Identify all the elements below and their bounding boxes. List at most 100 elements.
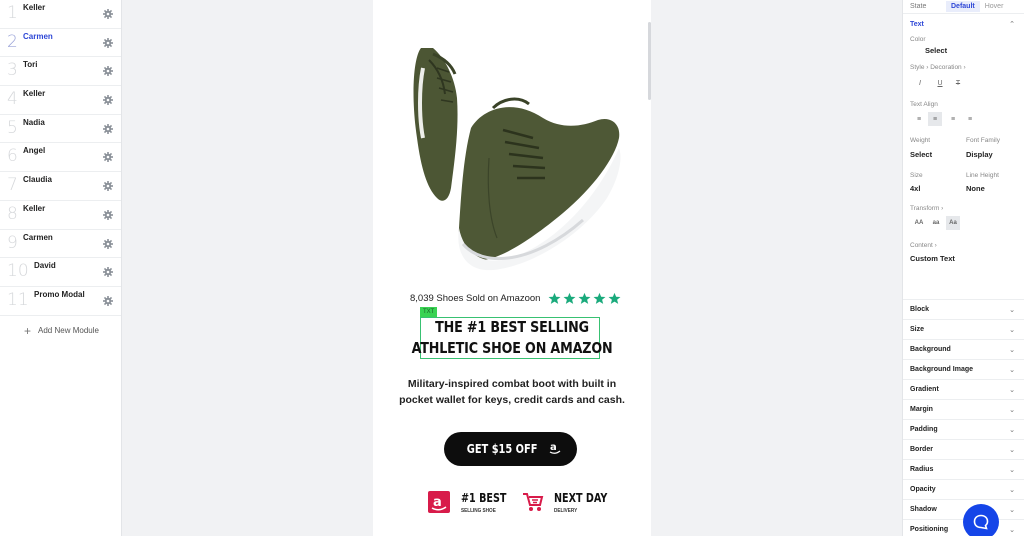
section-border-header[interactable]: Border ⌄ <box>903 440 1024 460</box>
add-new-module-button[interactable]: + Add New Module <box>0 316 121 346</box>
section-gradient-header[interactable]: Gradient ⌄ <box>903 380 1024 400</box>
chevron-down-icon: ⌄ <box>1009 486 1015 494</box>
gear-icon[interactable] <box>103 238 113 249</box>
gear-icon[interactable] <box>103 267 113 278</box>
tab-hover[interactable]: Hover <box>980 1 1009 12</box>
star-icon <box>609 292 621 304</box>
section-opacity-header[interactable]: Opacity ⌄ <box>903 480 1024 500</box>
chevron-down-icon: ⌄ <box>1009 506 1015 514</box>
section-label: Shadow <box>910 506 937 513</box>
font-family-select[interactable]: Display <box>966 150 993 159</box>
svg-text:a: a <box>433 495 442 510</box>
section-label: Background Image <box>910 366 974 373</box>
section-margin-header[interactable]: Margin ⌄ <box>903 400 1024 420</box>
align-center-icon[interactable]: ≡ <box>928 112 942 126</box>
collapsed-sections: Block ⌄ Size ⌄ Background ⌄ Background Image ⌄ G… <box>903 300 1024 536</box>
section-background-header[interactable]: Background ⌄ <box>903 340 1024 360</box>
module-number: 4 <box>7 89 18 110</box>
module-row[interactable]: 9 Carmen <box>0 230 121 259</box>
module-name: David <box>34 261 56 271</box>
section-label: Background <box>910 346 951 353</box>
gear-icon[interactable] <box>103 95 113 106</box>
module-number: 8 <box>7 203 18 224</box>
underline-icon[interactable]: U <box>933 76 947 90</box>
transform-uppercase[interactable]: AA <box>912 216 926 230</box>
module-row[interactable]: 6 Angel <box>0 143 121 173</box>
description-line-2: pocket wallet for keys, credit cards and… <box>399 394 625 406</box>
strikethrough-icon[interactable]: T <box>951 76 965 90</box>
section-padding-header[interactable]: Padding ⌄ <box>903 420 1024 440</box>
section-label: Radius <box>910 466 934 473</box>
module-row[interactable]: 10 David <box>0 258 121 287</box>
section-text-label: Text <box>910 20 924 28</box>
section-block-header[interactable]: Block ⌄ <box>903 300 1024 320</box>
get-discount-button[interactable]: GET $15 OFF a <box>444 432 577 466</box>
section-background-image-header[interactable]: Background Image ⌄ <box>903 360 1024 380</box>
weight-select[interactable]: Select <box>910 150 932 159</box>
headline-text[interactable]: THE #1 BEST SELLING ATHLETIC SHOE ON AMA… <box>398 317 626 359</box>
star-icon <box>549 292 561 304</box>
module-number: 11 <box>7 289 29 310</box>
state-label: State <box>910 3 927 10</box>
section-size-header[interactable]: Size ⌄ <box>903 320 1024 340</box>
chevron-down-icon: ⌄ <box>1009 326 1015 334</box>
sneaker-image <box>413 48 621 271</box>
module-list-panel: 1 Keller 2 Carmen 3 Tori 4 Keller 5 Nadia 6 Angel 7 C… <box>0 0 122 536</box>
tab-default[interactable]: Default <box>946 1 980 12</box>
gear-icon[interactable] <box>103 9 113 19</box>
line-height-label: Line Height <box>966 172 999 179</box>
transform-capitalize[interactable]: Aa <box>946 216 960 230</box>
module-row[interactable]: 4 Keller <box>0 86 121 115</box>
align-right-icon[interactable]: ≡ <box>946 112 960 126</box>
italic-icon[interactable]: I <box>913 76 927 90</box>
module-name: Promo Modal <box>34 289 85 299</box>
selection-tag: TXT <box>420 307 438 317</box>
module-row[interactable]: 3 Tori <box>0 57 121 87</box>
module-number: 2 <box>7 31 18 52</box>
gear-icon[interactable] <box>103 181 113 192</box>
gear-icon[interactable] <box>103 295 113 306</box>
module-row[interactable]: 5 Nadia <box>0 115 121 144</box>
align-left-icon[interactable]: ≡ <box>912 112 926 126</box>
amazon-logo-icon: a <box>548 441 562 458</box>
module-row[interactable]: 7 Claudia <box>0 172 121 201</box>
module-name: Keller <box>23 3 46 12</box>
canvas-scrollbar[interactable] <box>648 22 651 100</box>
line-height-select[interactable]: None <box>966 184 985 193</box>
gear-icon[interactable] <box>103 37 113 48</box>
chevron-down-icon: ⌄ <box>1009 466 1015 474</box>
gear-icon[interactable] <box>103 123 113 134</box>
gear-icon[interactable] <box>103 209 113 220</box>
chevron-down-icon: ⌄ <box>1009 446 1015 454</box>
module-row[interactable]: 1 Keller <box>0 0 121 29</box>
section-label: Gradient <box>910 386 939 393</box>
module-row[interactable]: 8 Keller <box>0 201 121 230</box>
chat-launcher-button[interactable] <box>963 504 999 536</box>
gear-icon[interactable] <box>103 152 113 163</box>
gear-icon[interactable] <box>103 66 113 77</box>
module-number: 6 <box>7 146 18 167</box>
feature-best-selling: a #1 BEST SELLING SHOE <box>427 490 518 514</box>
module-number: 3 <box>7 60 18 81</box>
color-select[interactable]: Select <box>925 46 947 55</box>
chevron-down-icon: ⌄ <box>1009 366 1015 374</box>
module-name: Keller <box>23 203 46 213</box>
fast-cart-icon <box>523 493 544 511</box>
headline-line-2: ATHLETIC SHOE ON AMAZON <box>411 339 613 357</box>
align-justify-icon[interactable]: ≡ <box>963 112 977 126</box>
module-name: Keller <box>23 89 46 99</box>
module-name: Angel <box>23 146 46 156</box>
description-text[interactable]: Military-inspired combat boot with built… <box>373 376 651 408</box>
module-row[interactable]: 2 Carmen <box>0 29 121 58</box>
feature-subtitle: DELIVERY <box>554 507 578 514</box>
section-text-header[interactable]: Text ⌃ <box>903 14 1024 34</box>
module-number: 5 <box>7 117 18 138</box>
module-row[interactable]: 11 Promo Modal <box>0 287 121 316</box>
content-value[interactable]: Custom Text <box>910 254 955 263</box>
transform-lowercase[interactable]: aa <box>929 216 943 230</box>
section-radius-header[interactable]: Radius ⌄ <box>903 460 1024 480</box>
size-select[interactable]: 4xl <box>910 184 920 193</box>
chat-bubble-icon <box>973 514 989 530</box>
style-label: Style › Decoration › <box>910 64 966 71</box>
amazon-badge-icon: a <box>428 491 450 513</box>
